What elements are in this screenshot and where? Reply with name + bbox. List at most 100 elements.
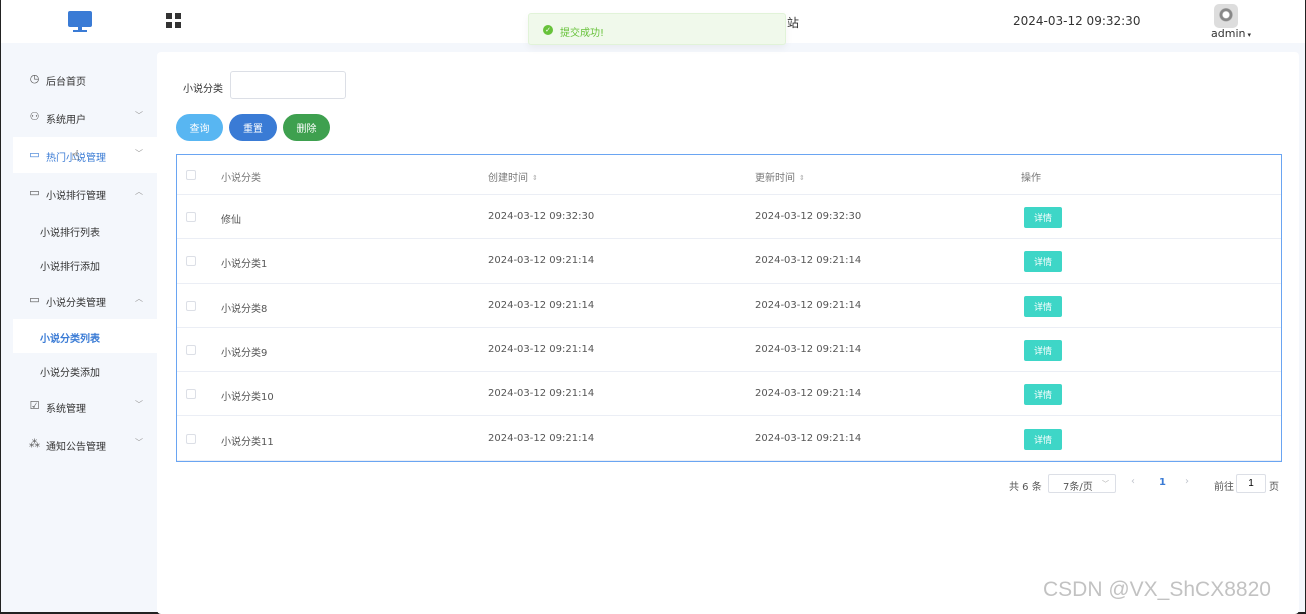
detail-button[interactable]: 详情 [1024,251,1062,273]
sidebar-item-novel-ranking[interactable]: ▭ 小说排行管理 ︿ [13,175,157,211]
row-checkbox[interactable] [186,345,196,356]
card-icon: ▭ [29,148,40,161]
pagination-total: 共 6 条 [1009,482,1042,493]
sidebar: ◷ 后台首页 ⚇ 系统用户 ﹀ ▭ 热门小说管理 ﹀ ▭ 小说排行管理 ︿ 小说… [1,43,157,612]
delete-button[interactable]: 删除 [283,114,330,141]
table-row: 小说分类8 2024-03-12 09:21:14 2024-03-12 09:21… [177,284,1281,328]
select-all-checkbox[interactable] [186,170,196,180]
main-panel: 小说分类 查询 重置 删除 小说分类 创建时间 ⇕ 更新时间 ⇕ 操作 修仙 2024… [157,52,1299,614]
success-toast: ✓ 提交成功! [528,13,786,45]
page-suffix-label: 页 [1269,482,1279,493]
chevron-up-icon: ︿ [135,187,143,196]
cell-category: 修仙 [221,215,241,227]
query-button[interactable]: 查询 [176,114,223,141]
table-row: 小说分类9 2024-03-12 09:21:14 2024-03-12 09:21… [177,328,1281,373]
sidebar-subitem-label: 小说排行添加 [40,262,100,273]
column-header-category: 小说分类 [221,173,261,184]
cell-created: 2024-03-12 09:32:30 [488,211,595,223]
cell-category: 小说分类1 [221,259,268,271]
next-page-button[interactable]: › [1185,476,1189,496]
sidebar-item-label: 通知公告管理 [46,442,106,453]
chevron-down-icon: ﹀ [135,400,143,409]
cell-category: 小说分类9 [221,348,268,360]
checkbox-icon: ☑ [29,399,40,412]
check-circle-icon: ✓ [543,25,553,35]
sidebar-item-system-management[interactable]: ☑ 系统管理 ﹀ [13,388,157,424]
cell-updated: 2024-03-12 09:21:14 [755,388,862,400]
row-checkbox[interactable] [186,300,196,311]
sidebar-subitem-label: 小说分类列表 [40,334,100,345]
cell-updated: 2024-03-12 09:21:14 [755,344,862,356]
row-checkbox[interactable] [186,212,196,223]
user-avatar[interactable] [1214,4,1238,28]
cell-updated: 2024-03-12 09:21:14 [755,255,862,267]
column-header-updated[interactable]: 更新时间 ⇕ [755,169,805,184]
user-icon: ⚇ [29,110,40,123]
cell-updated: 2024-03-12 09:21:14 [755,432,862,444]
toast-message: 提交成功! [560,28,605,39]
cell-category: 小说分类8 [221,303,268,315]
sidebar-item-label: 后台首页 [46,77,86,88]
mouse-pointer-icon: ☝ [71,148,80,164]
page-size-select[interactable]: 7条/页 ﹀ [1048,474,1116,493]
user-menu[interactable]: admin ▾ [1211,27,1251,40]
detail-button[interactable]: 详情 [1024,428,1062,450]
column-header-created[interactable]: 创建时间 ⇕ [488,169,538,184]
table-row: 小说分类10 2024-03-12 09:21:14 2024-03-12 09:2… [177,372,1281,417]
cell-created: 2024-03-12 09:21:14 [488,388,595,400]
detail-button[interactable]: 详情 [1024,207,1062,229]
sidebar-item-notices[interactable]: ⁂ 通知公告管理 ﹀ [13,426,157,462]
sidebar-item-hot-novels[interactable]: ▭ 热门小说管理 ﹀ [13,137,157,173]
cell-created: 2024-03-12 09:21:14 [488,299,595,311]
sidebar-item-label: 系统管理 [46,404,86,415]
chevron-down-icon: ﹀ [135,438,143,447]
cell-created: 2024-03-12 09:21:14 [488,432,595,444]
reset-button[interactable]: 重置 [229,114,277,141]
page-number-current[interactable]: 1 [1159,477,1166,497]
chevron-down-icon: ﹀ [1102,480,1109,488]
chevron-down-icon: ﹀ [135,111,143,120]
cell-category: 小说分类11 [221,436,274,448]
column-header-actions: 操作 [1021,173,1041,184]
cell-category: 小说分类10 [221,392,274,404]
search-label: 小说分类 [183,84,223,95]
table-header-row: 小说分类 创建时间 ⇕ 更新时间 ⇕ 操作 [177,155,1281,195]
sidebar-item-novel-category[interactable]: ▭ 小说分类管理 ︿ [13,282,157,318]
sidebar-subitem-category-list[interactable]: 小说分类列表 [13,319,157,353]
prev-page-button[interactable]: ‹ [1131,476,1135,496]
table-row: 小说分类11 2024-03-12 09:21:14 2024-03-12 09:2… [177,417,1281,461]
table-row: 小说分类1 2024-03-12 09:21:14 2024-03-12 09:21… [177,239,1281,284]
chevron-down-icon: ﹀ [135,149,143,158]
cell-updated: 2024-03-12 09:21:14 [755,299,862,311]
row-checkbox[interactable] [186,256,196,267]
detail-button[interactable]: 详情 [1024,340,1062,362]
clock-icon: ◷ [29,72,40,85]
sidebar-subitem-category-add[interactable]: 小说分类添加 [13,353,157,387]
goto-label: 前往 [1214,482,1234,493]
sidebar-subitem-label: 小说排行列表 [40,228,100,239]
detail-button[interactable]: 详情 [1024,295,1062,317]
sidebar-item-home[interactable]: ◷ 后台首页 [13,61,157,97]
sort-icon: ⇕ [532,174,538,182]
row-checkbox[interactable] [186,433,196,444]
loading-icon: ⁂ [29,437,40,450]
sidebar-item-label: 系统用户 [46,115,86,126]
cell-created: 2024-03-12 09:21:14 [488,344,595,356]
category-search-input[interactable] [230,71,346,99]
row-checkbox[interactable] [186,389,196,400]
card-icon: ▭ [29,186,40,199]
sidebar-item-system-users[interactable]: ⚇ 系统用户 ﹀ [13,99,157,135]
card-icon: ▭ [29,293,40,306]
sidebar-subitem-ranking-list[interactable]: 小说排行列表 [13,213,157,247]
table-row: 修仙 2024-03-12 09:32:30 2024-03-12 09:32:30… [177,195,1281,240]
caret-down-icon: ▾ [1247,31,1251,39]
chevron-up-icon: ︿ [135,294,143,303]
sidebar-item-label: 小说排行管理 [46,191,106,202]
detail-button[interactable]: 详情 [1024,384,1062,406]
menu-grid-icon[interactable] [166,13,181,28]
monitor-logo-icon [68,11,92,33]
goto-page-input[interactable] [1236,474,1266,493]
sidebar-subitem-ranking-add[interactable]: 小说排行添加 [13,247,157,281]
sort-icon: ⇕ [799,174,805,182]
sidebar-subitem-label: 小说分类添加 [40,368,100,379]
